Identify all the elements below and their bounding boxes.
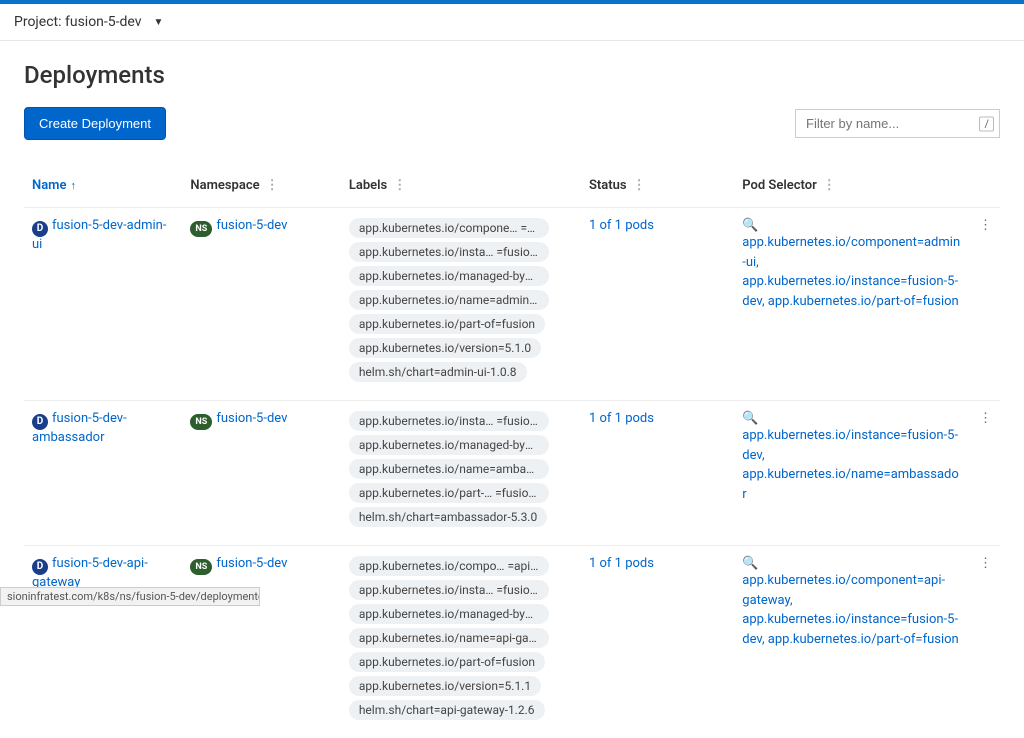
col-header-status[interactable]: Status⋮: [581, 168, 734, 208]
label-chip[interactable]: app.kubernetes.io/insta… =fusion-5-d…: [349, 411, 549, 431]
pod-selector-link[interactable]: app.kubernetes.io/component=admin-ui, ap…: [742, 235, 960, 309]
label-chip[interactable]: app.kubernetes.io/name=api-gateway: [349, 628, 549, 648]
label-chip[interactable]: app.kubernetes.io/part-of=fusion: [349, 314, 545, 334]
search-icon[interactable]: 🔍: [742, 556, 758, 571]
deployment-icon: D: [32, 221, 48, 237]
label-chip[interactable]: app.kubernetes.io/managed-by=Helm: [349, 435, 549, 455]
namespace-link[interactable]: fusion-5-dev: [216, 218, 287, 233]
status-link[interactable]: 1 of 1 pods: [589, 218, 654, 233]
label-chip[interactable]: app.kubernetes.io/compone… =admin-…: [349, 218, 549, 238]
label-chip[interactable]: app.kubernetes.io/name=ambassador: [349, 459, 549, 479]
labels-chips: app.kubernetes.io/compone… =admin-… app.k…: [349, 218, 569, 382]
filter-shortcut-hint: /: [979, 116, 994, 131]
label-chip[interactable]: app.kubernetes.io/compo… =api-gate…: [349, 556, 549, 576]
sort-icon: ⋮: [633, 178, 646, 193]
label-chip[interactable]: app.kubernetes.io/name=admin-ui: [349, 290, 549, 310]
deployment-name-link[interactable]: fusion-5-dev-api-gateway: [32, 556, 148, 590]
label-chip[interactable]: app.kubernetes.io/insta… =fusion-5-d…: [349, 580, 549, 600]
create-deployment-button[interactable]: Create Deployment: [24, 107, 166, 140]
search-icon[interactable]: 🔍: [742, 218, 758, 233]
filter-wrapper: /: [795, 109, 1000, 138]
page-title: Deployments: [24, 61, 1000, 89]
label-chip[interactable]: app.kubernetes.io/insta… =fusion-5-d…: [349, 242, 549, 262]
chevron-down-icon: ▼: [154, 17, 164, 28]
namespace-icon: NS: [190, 221, 212, 237]
table-row: Dfusion-5-dev-admin-ui NS fusion-5-dev app.…: [24, 208, 1000, 401]
deployment-icon: D: [32, 559, 48, 575]
search-icon[interactable]: 🔍: [742, 411, 758, 426]
label-chip[interactable]: app.kubernetes.io/version=5.1.1: [349, 676, 541, 696]
table-row: Dfusion-5-dev-api-gateway NS fusion-5-dev a…: [24, 546, 1000, 738]
sort-icon: ⋮: [266, 178, 279, 193]
deployment-name-link[interactable]: fusion-5-dev-admin-ui: [32, 218, 166, 252]
row-actions-kebab[interactable]: ⋮: [969, 401, 1000, 546]
project-selector[interactable]: Project: fusion-5-dev ▼: [0, 4, 1024, 41]
status-link[interactable]: 1 of 1 pods: [589, 556, 654, 571]
toolbar: Create Deployment /: [24, 107, 1000, 140]
status-link[interactable]: 1 of 1 pods: [589, 411, 654, 426]
col-header-namespace[interactable]: Namespace⋮: [182, 168, 340, 208]
row-actions-kebab[interactable]: ⋮: [969, 546, 1000, 738]
label-chip[interactable]: app.kubernetes.io/part-… =fusion-5-d…: [349, 483, 549, 503]
label-chip[interactable]: app.kubernetes.io/managed-by=Helm: [349, 604, 549, 624]
project-label: Project: fusion-5-dev: [14, 14, 142, 30]
browser-status-url: sioninfratest.com/k8s/ns/fusion-5-dev/de…: [0, 587, 260, 606]
col-header-pod-selector[interactable]: Pod Selector⋮: [734, 168, 969, 208]
namespace-icon: NS: [190, 559, 212, 575]
labels-chips: app.kubernetes.io/insta… =fusion-5-d… app…: [349, 411, 569, 527]
main-content: Deployments Create Deployment / Name↑ Na…: [0, 41, 1024, 738]
pod-selector-link[interactable]: app.kubernetes.io/component=api-gateway,…: [742, 573, 958, 647]
row-actions-kebab[interactable]: ⋮: [969, 208, 1000, 401]
label-chip[interactable]: app.kubernetes.io/managed-by=Helm: [349, 266, 549, 286]
label-chip[interactable]: app.kubernetes.io/part-of=fusion: [349, 652, 545, 672]
sort-asc-icon: ↑: [70, 179, 76, 192]
sort-icon: ⋮: [823, 178, 836, 193]
col-header-labels[interactable]: Labels⋮: [341, 168, 581, 208]
label-chip[interactable]: helm.sh/chart=ambassador-5.3.0: [349, 507, 547, 527]
labels-chips: app.kubernetes.io/compo… =api-gate… app.k…: [349, 556, 569, 720]
deployments-table: Name↑ Namespace⋮ Labels⋮ Status⋮ Pod Sel…: [24, 168, 1000, 738]
label-chip[interactable]: helm.sh/chart=api-gateway-1.2.6: [349, 700, 545, 720]
table-header-row: Name↑ Namespace⋮ Labels⋮ Status⋮ Pod Sel…: [24, 168, 1000, 208]
namespace-link[interactable]: fusion-5-dev: [216, 411, 287, 426]
col-header-name[interactable]: Name↑: [24, 168, 182, 208]
namespace-link[interactable]: fusion-5-dev: [216, 556, 287, 571]
deployment-icon: D: [32, 414, 48, 430]
label-chip[interactable]: app.kubernetes.io/version=5.1.0: [349, 338, 541, 358]
namespace-icon: NS: [190, 414, 212, 430]
pod-selector-link[interactable]: app.kubernetes.io/instance=fusion-5-dev,…: [742, 428, 959, 502]
col-header-actions: [969, 168, 1000, 208]
label-chip[interactable]: helm.sh/chart=admin-ui-1.0.8: [349, 362, 527, 382]
sort-icon: ⋮: [393, 178, 406, 193]
filter-input[interactable]: [795, 109, 1000, 138]
table-row: Dfusion-5-dev-ambassadorNSfusion-5-devap…: [24, 401, 1000, 546]
